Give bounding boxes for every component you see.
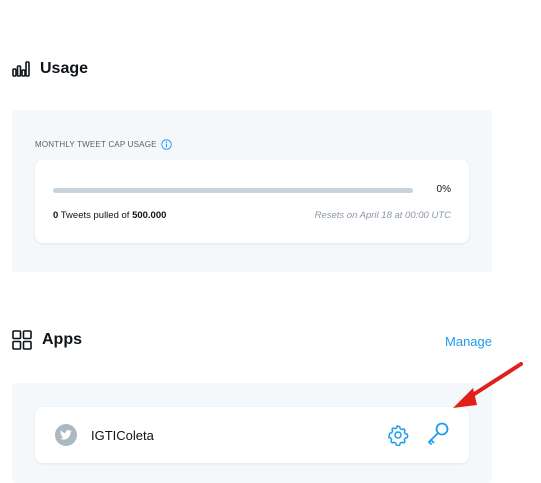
tweet-cap-label: MONTHLY TWEET CAP USAGE <box>35 139 172 150</box>
info-icon[interactable] <box>160 139 172 150</box>
app-name: IGTIColeta <box>91 428 154 443</box>
usage-title: Usage <box>40 60 89 77</box>
tweet-cap-label-text: MONTHLY TWEET CAP USAGE <box>35 140 157 149</box>
tweet-cap-progress-bar <box>53 188 413 193</box>
tweet-usage-card: 0% 0 Tweets pulled of 500.000 Resets on … <box>35 160 469 243</box>
apps-panel: IGTIColeta <box>12 383 492 483</box>
usage-percent: 0% <box>436 184 451 195</box>
usage-header: Usage <box>12 60 88 78</box>
bar-chart-icon <box>12 61 30 77</box>
apps-title: Apps <box>42 331 82 348</box>
reset-date-text: Resets on April 18 at 00:00 UTC <box>314 210 451 221</box>
twitter-bird-icon <box>55 424 77 446</box>
gear-icon[interactable] <box>387 424 409 446</box>
grid-icon <box>12 330 32 350</box>
usage-panel: MONTHLY TWEET CAP USAGE 0% 0 Tweets pull… <box>12 110 492 272</box>
key-icon[interactable] <box>424 420 452 448</box>
red-arrow-annotation <box>453 362 523 408</box>
app-card[interactable]: IGTIColeta <box>35 407 469 463</box>
tweets-pulled-text: 0 Tweets pulled of 500.000 <box>53 210 166 221</box>
tweet-cap-total: 500.000 <box>132 210 167 221</box>
apps-header: Apps <box>12 330 82 350</box>
manage-apps-link[interactable]: Manage <box>445 334 492 349</box>
tweets-pulled-label: Tweets pulled of <box>58 210 133 221</box>
